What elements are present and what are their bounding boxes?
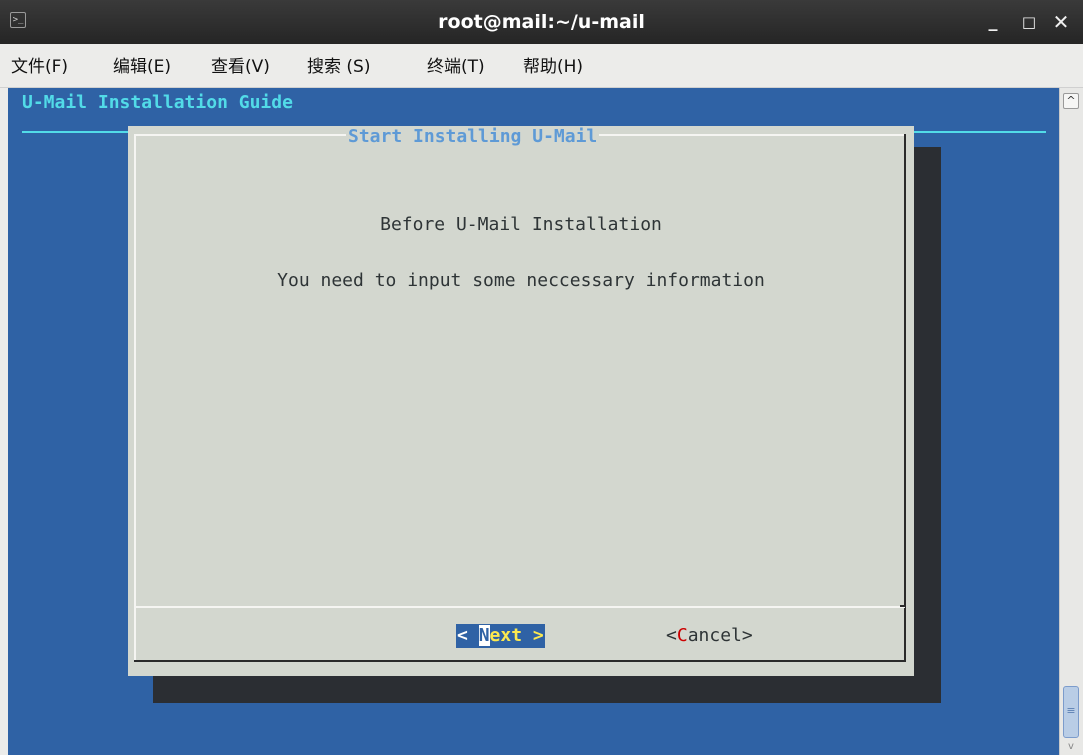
terminal-screen[interactable]: U-Mail Installation Guide Start Installi… [8,88,1059,755]
header-rule-right [914,131,1046,133]
install-dialog: Start Installing U-Mail Before U-Mail In… [128,126,914,676]
cancel-button[interactable]: <Cancel> [666,624,753,648]
terminal-scrollbar[interactable]: ^ ≡ v [1059,88,1083,755]
maximize-button[interactable]: □ [1018,0,1040,44]
dialog-message: You need to input some neccessary inform… [277,270,765,291]
next-button-prefix: < [457,625,479,646]
window-titlebar[interactable]: >_ root@mail:~/u-mail _ □ ✕ [0,0,1083,44]
menu-terminal[interactable]: 终端(T) [427,44,485,88]
menu-edit[interactable]: 编辑(E) [113,44,171,88]
next-button-rest: ext > [489,625,544,646]
dialog-border-bottom [134,660,906,662]
dialog-separator-tick [900,605,906,607]
next-button[interactable]: < Next > [456,624,545,648]
cancel-button-hotkey: C [676,625,688,646]
scroll-down-arrow-icon[interactable]: v [1063,741,1079,753]
menu-help[interactable]: 帮助(H) [523,44,583,88]
scroll-thumb[interactable]: ≡ [1063,686,1079,738]
next-button-hotkey: N [478,625,490,646]
installer-header: U-Mail Installation Guide [22,92,293,113]
terminal-margin [0,88,8,755]
dialog-title: Start Installing U-Mail [346,126,600,148]
menu-file[interactable]: 文件(F) [11,44,68,88]
scroll-up-arrow-icon[interactable]: ^ [1063,93,1079,109]
minimize-button[interactable]: _ [982,0,1004,44]
header-rule-left [22,131,134,133]
menu-bar: 文件(F) 编辑(E) 查看(V) 搜索 (S) 终端(T) 帮助(H) [0,44,1083,88]
menu-search[interactable]: 搜索 (S) [307,44,370,88]
close-button[interactable]: ✕ [1050,0,1072,44]
dialog-button-separator [134,606,905,608]
cancel-button-rest: ancel> [687,625,753,646]
menu-view[interactable]: 查看(V) [211,44,270,88]
window-title: root@mail:~/u-mail [438,11,645,33]
dialog-heading: Before U-Mail Installation [380,214,662,235]
cancel-button-prefix: < [666,625,677,646]
